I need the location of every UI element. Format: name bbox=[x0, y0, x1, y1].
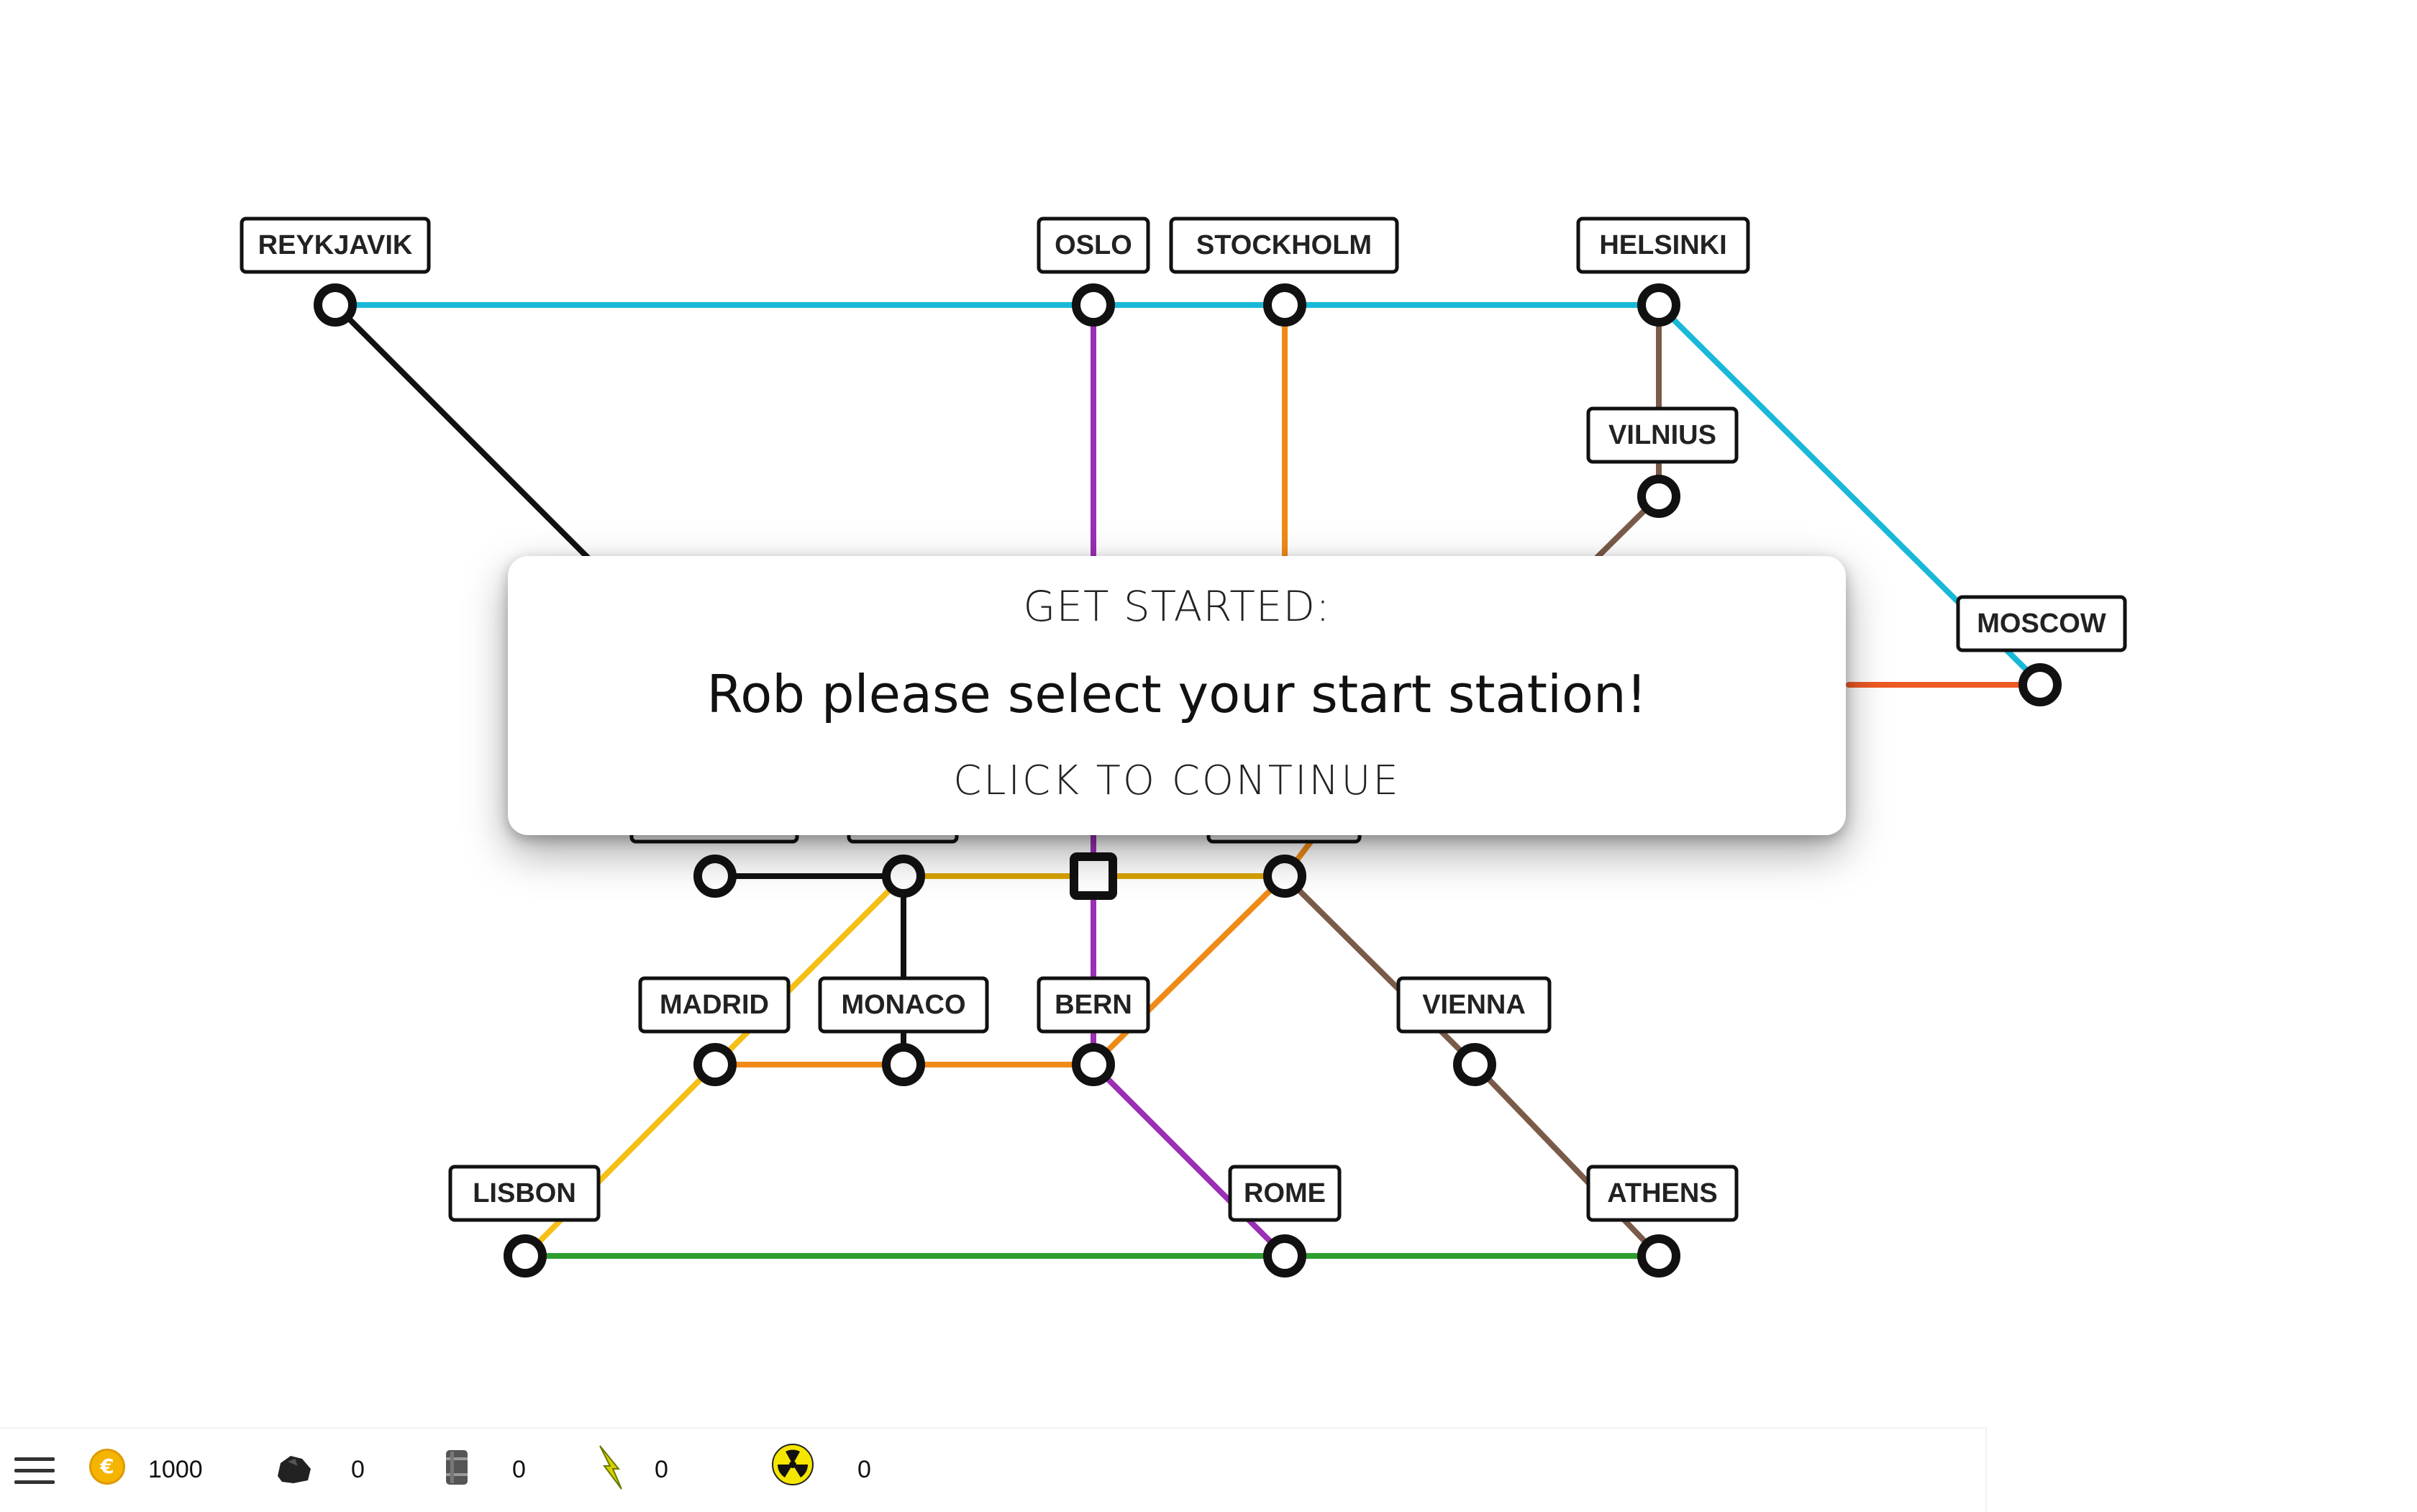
station-node-reykjavik[interactable] bbox=[314, 283, 357, 327]
coins-value: 1000 bbox=[148, 1456, 203, 1483]
station-label-monaco[interactable]: MONACO bbox=[818, 976, 989, 1034]
station-node-bern[interactable] bbox=[1072, 1043, 1115, 1086]
coal-icon bbox=[278, 1456, 311, 1483]
svg-text:BERN: BERN bbox=[1055, 990, 1132, 1020]
svg-text:OSLO: OSLO bbox=[1055, 230, 1132, 260]
nuclear-value: 0 bbox=[857, 1456, 871, 1483]
station-node-stockholm[interactable] bbox=[1263, 283, 1306, 327]
dialog-message: Rob please select your start station! bbox=[706, 664, 1647, 724]
svg-text:HELSINKI: HELSINKI bbox=[1599, 230, 1726, 260]
station-label-bern[interactable]: BERN bbox=[1037, 976, 1150, 1034]
dialog-title: GET STARTED: bbox=[1023, 582, 1331, 631]
electricity-value: 0 bbox=[655, 1456, 668, 1483]
continue-button[interactable]: CLICK TO CONTINUE bbox=[508, 757, 1846, 804]
station-node-monaco[interactable] bbox=[882, 1043, 925, 1086]
station-node-interchange[interactable] bbox=[1070, 852, 1117, 900]
station-node-rome[interactable] bbox=[1263, 1234, 1306, 1278]
station-label-madrid[interactable]: MADRID bbox=[638, 976, 791, 1034]
station-node-vienna[interactable] bbox=[1453, 1043, 1496, 1086]
svg-text:ROME: ROME bbox=[1244, 1178, 1326, 1208]
svg-text:MOSCOW: MOSCOW bbox=[1977, 609, 2106, 639]
station-node-lisbon[interactable] bbox=[504, 1234, 547, 1278]
station-node-madrid[interactable] bbox=[693, 1043, 737, 1086]
menu-icon[interactable] bbox=[14, 1457, 55, 1486]
station-label-oslo[interactable]: OSLO bbox=[1037, 217, 1150, 274]
station-label-athens[interactable]: ATHENS bbox=[1586, 1165, 1739, 1222]
line-black-reykjavik bbox=[332, 302, 593, 563]
station-node-central[interactable] bbox=[882, 855, 925, 898]
station-node-athens[interactable] bbox=[1637, 1234, 1680, 1278]
oil-barrel-icon bbox=[446, 1450, 468, 1485]
station-label-stockholm[interactable]: STOCKHOLM bbox=[1169, 217, 1399, 274]
resource-bar: € 1000 0 0 0 0 bbox=[0, 1427, 1987, 1512]
station-node-oslo[interactable] bbox=[1072, 283, 1115, 327]
station-node-west[interactable] bbox=[693, 855, 737, 898]
station-label-vilnius[interactable]: VILNIUS bbox=[1586, 406, 1739, 464]
station-label-reykjavik[interactable]: REYKJAVIK bbox=[240, 217, 431, 274]
svg-text:MADRID: MADRID bbox=[660, 990, 769, 1020]
station-label-vienna[interactable]: VIENNA bbox=[1396, 976, 1552, 1034]
station-label-rome[interactable]: ROME bbox=[1228, 1165, 1342, 1222]
svg-text:MONACO: MONACO bbox=[841, 990, 965, 1020]
game-board: REYKJAVIK OSLO STOCKHOLM HELSINKI VILNIU… bbox=[0, 0, 2417, 1512]
station-label-lisbon[interactable]: LISBON bbox=[448, 1165, 601, 1222]
svg-text:LISBON: LISBON bbox=[473, 1178, 576, 1208]
svg-text:STOCKHOLM: STOCKHOLM bbox=[1196, 230, 1372, 260]
coin-icon: € bbox=[89, 1449, 125, 1485]
station-node-helsinki[interactable] bbox=[1637, 283, 1680, 327]
station-node-east[interactable] bbox=[1263, 855, 1306, 898]
station-node-vilnius[interactable] bbox=[1637, 475, 1680, 518]
coal-value: 0 bbox=[351, 1456, 365, 1483]
svg-text:ATHENS: ATHENS bbox=[1607, 1178, 1717, 1208]
svg-text:REYKJAVIK: REYKJAVIK bbox=[258, 230, 413, 260]
svg-text:VIENNA: VIENNA bbox=[1422, 990, 1526, 1020]
svg-text:VILNIUS: VILNIUS bbox=[1608, 420, 1716, 450]
station-label-moscow[interactable]: MOSCOW bbox=[1956, 595, 2127, 652]
lightning-icon bbox=[599, 1445, 622, 1490]
get-started-dialog[interactable]: GET STARTED: Rob please select your star… bbox=[508, 556, 1846, 835]
station-label-helsinki[interactable]: HELSINKI bbox=[1576, 217, 1750, 274]
oil-value: 0 bbox=[512, 1456, 526, 1483]
radiation-icon bbox=[772, 1444, 814, 1485]
line-orange-south bbox=[712, 832, 1319, 1067]
station-node-moscow[interactable] bbox=[2018, 663, 2062, 706]
